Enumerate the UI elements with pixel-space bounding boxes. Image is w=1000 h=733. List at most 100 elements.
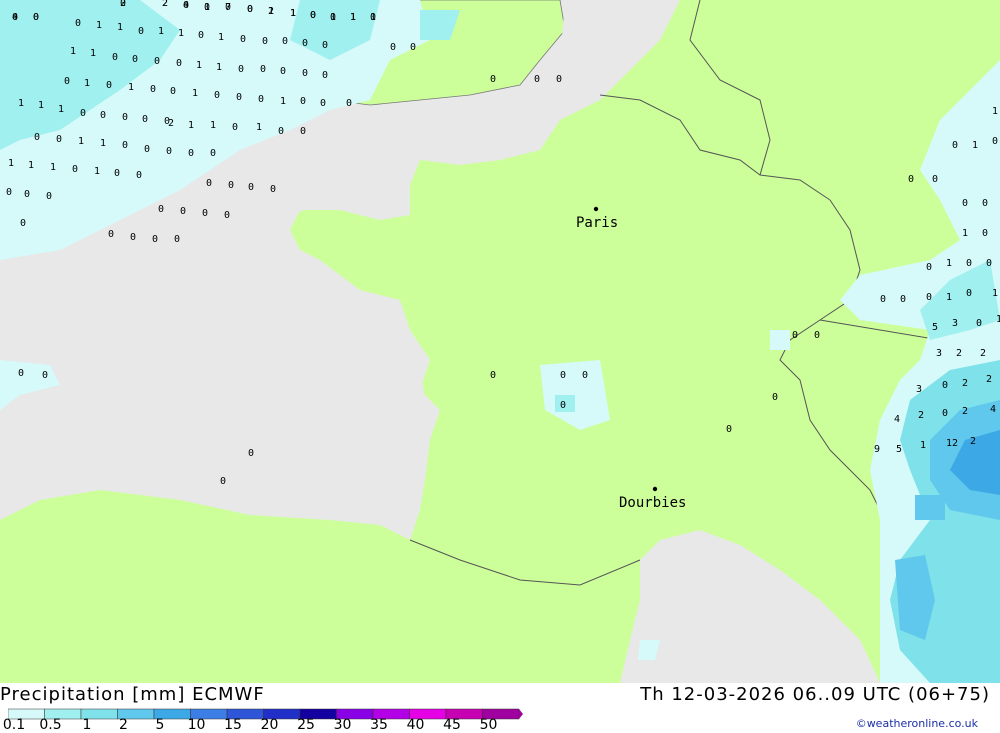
precip-value-label: 4	[12, 12, 18, 23]
precip-value-label: 1	[28, 160, 34, 171]
precip-value-label: 0	[300, 126, 306, 137]
scale-label: 25	[297, 717, 315, 733]
precip-value-label: 0	[976, 318, 982, 329]
precip-value-label: 0	[34, 132, 40, 143]
precip-value-label: 0	[814, 330, 820, 341]
precip-value-label: 0	[986, 258, 992, 269]
precip-value-label: 0	[900, 294, 906, 305]
precip-value-label: 0	[130, 232, 136, 243]
precip-value-label: 0	[224, 210, 230, 221]
precip-value-label: 0	[20, 218, 26, 229]
precip-value-label: 1	[992, 106, 998, 117]
precip-value-label: 2	[162, 0, 168, 9]
scale-label: 20	[260, 717, 279, 733]
weather-map-view: 0002000011011001101101000001100001100000…	[0, 0, 1000, 733]
precip-value-label: 1	[256, 122, 262, 133]
precip-value-label: 0	[942, 380, 948, 391]
precip-value-label: 0	[56, 134, 62, 145]
precip-value-label: 1	[996, 314, 1000, 325]
precip-value-label: 0	[248, 448, 254, 459]
precip-value-label: 1	[992, 288, 998, 299]
precip-value-label: 4	[990, 404, 996, 415]
precipitation-map: 0 0 0 2 0 0 0 0 1 1 0 1 1 0 0 1 1 0 1 1 0 1 0 0 0 0 0 1 1 0 0 0 0 1 1 0 0 0 0 0…	[0, 0, 1000, 683]
scale-label: 40	[406, 717, 425, 733]
precip-value-label: 0	[100, 110, 106, 121]
precip-value-label: 0	[346, 98, 352, 109]
precip-value-label: 0	[18, 368, 24, 379]
precip-value-label: 1	[370, 12, 376, 23]
precip-value-label: 2	[970, 436, 976, 447]
precip-value-label: 0	[962, 198, 968, 209]
precip-value-label: 0	[270, 184, 276, 195]
precip-value-label: 0	[174, 234, 180, 245]
precip-value-label: 0	[24, 189, 30, 200]
scale-label: 0.5	[39, 717, 62, 733]
precip-value-label: 0	[202, 208, 208, 219]
precip-value-label: 0	[180, 206, 186, 217]
city-label-dourbies: Dourbies	[619, 495, 686, 511]
precip-value-label: 0	[198, 30, 204, 41]
precip-value-label: 0	[282, 36, 288, 47]
precip-value-label: 0	[982, 198, 988, 209]
city-dot-icon	[652, 486, 658, 492]
precip-value-label: 1	[100, 138, 106, 149]
scale-label: 5	[155, 717, 165, 733]
precip-value-label: 0	[138, 26, 144, 37]
precip-value-label: 0	[210, 148, 216, 159]
precip-value-label: 0	[942, 408, 948, 419]
precip-value-label: 1	[18, 98, 24, 109]
precip-value-label: 2	[962, 378, 968, 389]
precip-value-label: 1	[946, 292, 952, 303]
precip-value-label: 1	[196, 60, 202, 71]
precip-value-label: 1	[50, 162, 56, 173]
credit-link[interactable]: ©weatheronline.co.uk	[856, 717, 978, 730]
precip-value-label: 0	[310, 10, 316, 21]
precip-value-label: 0	[122, 140, 128, 151]
precip-value-label: 1	[178, 28, 184, 39]
precip-value-label: 1	[78, 136, 84, 147]
valid-time: Th 12-03-2026 06..09 UTC (06+75)	[640, 684, 990, 705]
city-label-paris: Paris	[576, 215, 618, 231]
precip-value-label: 0	[75, 18, 81, 29]
precip-value-label: 1	[117, 22, 123, 33]
precip-value-label: 0	[154, 56, 160, 67]
precip-value-label: 2	[980, 348, 986, 359]
precip-value-label: 0	[982, 228, 988, 239]
precip-value-label: 0	[188, 148, 194, 159]
precip-value-label: 5	[896, 444, 902, 455]
scale-label: 1	[82, 717, 92, 733]
precip-value-label: 1	[216, 62, 222, 73]
precip-value-label: 1	[90, 48, 96, 59]
precip-value-label: 0	[410, 42, 416, 53]
scale-label: 15	[224, 717, 242, 733]
precip-value-label: 0	[260, 64, 266, 75]
precip-value-label: 0	[390, 42, 396, 53]
precip-value-label: 0	[220, 476, 226, 487]
precip-value-label: 1	[946, 258, 952, 269]
precip-value-label: 1	[70, 46, 76, 57]
precip-value-label: 0	[992, 136, 998, 147]
precip-value-label: 0	[556, 74, 562, 85]
precip-value-label: 1	[972, 140, 978, 151]
precip-value-label: 1	[218, 32, 224, 43]
precip-value-label: 0	[278, 126, 284, 137]
precip-value-label: 0	[33, 12, 39, 23]
precip-value-label: 0	[490, 370, 496, 381]
precip-value-label: 1	[58, 104, 64, 115]
precip-value-label: 0	[926, 262, 932, 273]
scale-label: 2	[119, 717, 128, 733]
map-title: Precipitation [mm] ECMWF	[0, 684, 265, 705]
precip-value-label: 0	[238, 64, 244, 75]
precip-value-label: 1	[84, 78, 90, 89]
precip-value-label: 1	[38, 100, 44, 111]
precip-value-label: 1	[94, 166, 100, 177]
precip-value-label: 0	[142, 114, 148, 125]
precip-value-label: 1	[188, 120, 194, 131]
precip-value-label: 0	[80, 108, 86, 119]
precip-value-label: 1	[128, 82, 134, 93]
precip-value-label: 0	[150, 84, 156, 95]
precip-value-label: 2	[918, 410, 924, 421]
precip-value-label: 1	[962, 228, 968, 239]
precip-value-label: 0	[214, 90, 220, 101]
precip-value-label: 0	[322, 70, 328, 81]
